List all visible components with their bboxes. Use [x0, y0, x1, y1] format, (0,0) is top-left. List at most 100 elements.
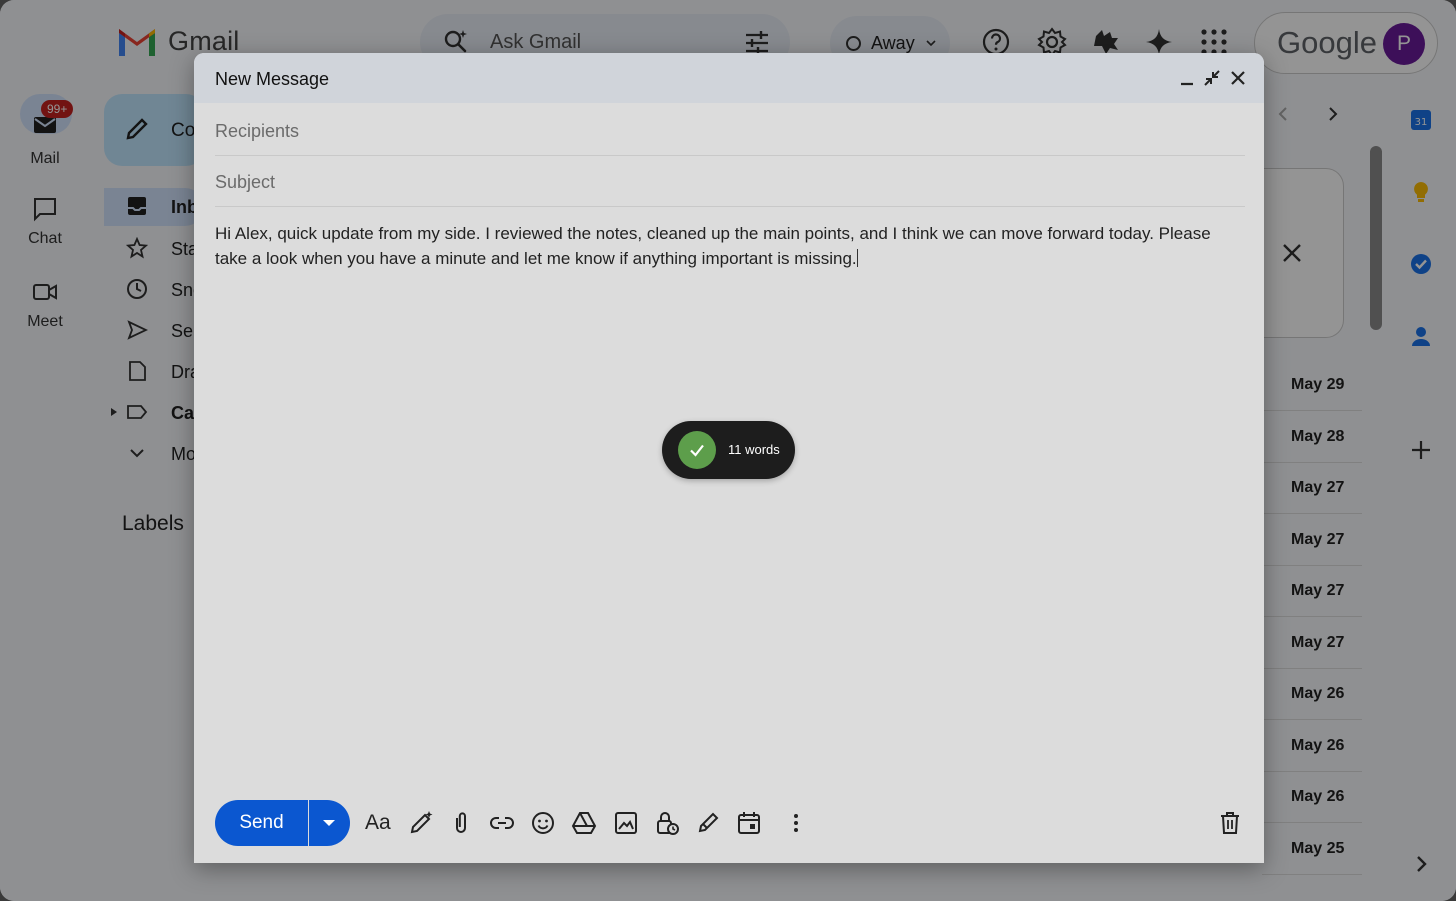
- list-item[interactable]: May 26: [1262, 772, 1362, 823]
- more-options-icon[interactable]: [783, 810, 809, 836]
- send-options-button[interactable]: [309, 800, 350, 846]
- rail-item-meet[interactable]: Meet: [0, 279, 90, 331]
- list-item[interactable]: May 25: [1262, 824, 1362, 875]
- email-date: May 29: [1291, 376, 1345, 393]
- star-icon: [126, 237, 148, 259]
- status-label: Away: [871, 33, 915, 53]
- list-item[interactable]: May 26: [1262, 721, 1362, 772]
- gmail-m-icon: [119, 29, 155, 56]
- send-button[interactable]: Send: [215, 800, 308, 846]
- list-item[interactable]: May 27: [1262, 566, 1362, 617]
- trash-icon[interactable]: [1219, 811, 1241, 835]
- list-item[interactable]: May 26: [1262, 669, 1362, 720]
- list-item[interactable]: May 27: [1262, 515, 1362, 566]
- compose-header[interactable]: New Message: [194, 53, 1264, 103]
- pencil-icon: [126, 118, 148, 140]
- list-item[interactable]: May 27: [1262, 463, 1362, 514]
- video-camera-icon: [33, 284, 57, 300]
- compose-label: Co: [171, 120, 196, 141]
- word-count-toast: 11 words: [662, 421, 795, 479]
- emoji-icon[interactable]: [530, 810, 556, 836]
- chevron-down-icon: [130, 449, 144, 458]
- chat-icon: [34, 198, 56, 222]
- list-item[interactable]: May 29: [1262, 360, 1362, 411]
- message-body-text: Hi Alex, quick update from my side. I re…: [215, 224, 1211, 268]
- side-apps-panel: 31: [1396, 92, 1446, 892]
- search-sparkle-icon: [444, 30, 467, 53]
- compose-button[interactable]: Co: [104, 94, 204, 166]
- nav-label: Ca: [171, 403, 195, 423]
- signature-pen-icon[interactable]: [695, 810, 721, 836]
- close-icon[interactable]: [1280, 241, 1304, 265]
- chevron-right-icon[interactable]: [1409, 852, 1433, 876]
- rail-meet-label: Meet: [27, 313, 63, 330]
- check-badge: [678, 431, 716, 469]
- checkmark-icon: [690, 444, 704, 457]
- formatting-options-button[interactable]: Aa: [365, 811, 391, 835]
- mail-icon: [34, 117, 56, 133]
- email-date: May 27: [1291, 531, 1345, 548]
- email-date: May 26: [1291, 685, 1345, 702]
- email-date: May 26: [1291, 737, 1345, 754]
- link-icon[interactable]: [489, 810, 515, 836]
- nav-item-categories[interactable]: Ca: [104, 394, 204, 432]
- nav-item-inbox[interactable]: Inb: [104, 188, 204, 226]
- confidential-mode-icon[interactable]: [654, 810, 680, 836]
- list-item[interactable]: May 27: [1262, 618, 1362, 669]
- send-icon: [127, 320, 148, 340]
- contacts-app-icon[interactable]: [1409, 324, 1433, 348]
- chevron-right-icon[interactable]: [1324, 106, 1340, 122]
- calendar-app-icon[interactable]: 31: [1409, 108, 1433, 132]
- rail-mail-label: Mail: [30, 150, 60, 167]
- nav-item-snoozed[interactable]: Sno: [104, 271, 204, 309]
- compose-dialog: New Message Hi Alex, quick update from m…: [194, 53, 1264, 863]
- magic-pen-icon[interactable]: [408, 810, 434, 836]
- nav-item-drafts[interactable]: Dra: [104, 353, 204, 391]
- rail-chat-label: Chat: [28, 230, 62, 247]
- nav-item-starred[interactable]: Sta: [104, 230, 204, 268]
- compose-title: New Message: [215, 69, 330, 89]
- email-list-edge: May 29 May 28 May 27 May 27 May 27 May 2…: [1252, 92, 1382, 892]
- paperclip-icon[interactable]: [448, 810, 474, 836]
- schedule-calendar-icon[interactable]: [736, 810, 762, 836]
- svg-text:31: 31: [1415, 117, 1428, 128]
- recipients-input[interactable]: [215, 119, 1215, 143]
- status-dot-icon: [846, 36, 861, 51]
- email-date: May 27: [1291, 634, 1345, 651]
- draft-icon: [129, 361, 146, 381]
- drive-icon[interactable]: [571, 810, 597, 836]
- unread-badge: 99+: [41, 100, 74, 118]
- avatar[interactable]: P: [1383, 23, 1425, 65]
- email-date: May 27: [1291, 582, 1345, 599]
- rail-item-mail[interactable]: 99+ Mail: [0, 86, 90, 167]
- nav-item-more[interactable]: Mo: [104, 435, 204, 473]
- minimize-icon[interactable]: [1178, 69, 1196, 87]
- search-input[interactable]: Ask Gmail: [490, 31, 581, 54]
- message-body-editor[interactable]: Hi Alex, quick update from my side. I re…: [215, 221, 1245, 271]
- left-rail: 99+ Mail Chat Meet: [0, 86, 90, 901]
- text-cursor: [856, 249, 858, 267]
- insert-photo-icon[interactable]: [613, 810, 639, 836]
- subject-row: [215, 156, 1245, 207]
- email-date: May 25: [1291, 840, 1345, 857]
- labels-heading: Labels: [122, 512, 184, 535]
- exit-fullscreen-icon[interactable]: [1203, 69, 1221, 87]
- keep-app-icon[interactable]: [1409, 180, 1433, 204]
- tasks-app-icon[interactable]: [1409, 252, 1433, 276]
- email-date: May 28: [1291, 428, 1345, 445]
- rail-item-chat[interactable]: Chat: [0, 196, 90, 248]
- clock-icon: [127, 279, 147, 299]
- expand-arrow-icon[interactable]: [110, 407, 118, 417]
- add-app-icon[interactable]: [1409, 438, 1433, 462]
- chevron-left-icon[interactable]: [1276, 106, 1292, 122]
- google-wordmark: Google: [1277, 25, 1377, 60]
- list-item[interactable]: May 28: [1262, 412, 1362, 463]
- banner-card: [1252, 168, 1344, 338]
- close-icon[interactable]: [1229, 69, 1247, 87]
- word-count-label: 11 words: [728, 442, 780, 457]
- nav-item-sent[interactable]: Sei: [104, 312, 204, 350]
- account-switcher[interactable]: Google P: [1254, 12, 1438, 74]
- scrollbar[interactable]: [1370, 146, 1382, 330]
- subject-input[interactable]: [215, 170, 1215, 194]
- label-icon: [127, 405, 148, 419]
